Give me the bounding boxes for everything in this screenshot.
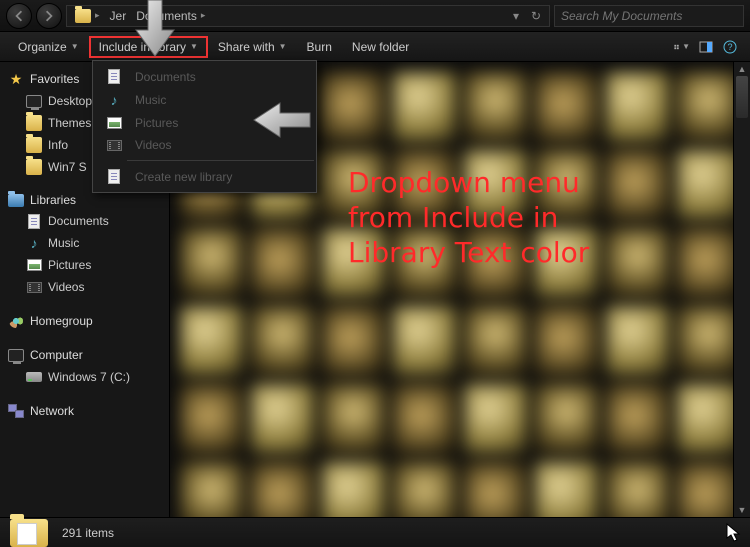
libraries-header[interactable]: Libraries: [0, 190, 169, 210]
music-icon: ♪: [103, 92, 125, 108]
document-icon: [26, 213, 42, 229]
back-button[interactable]: [6, 3, 32, 29]
breadcrumb-segment[interactable]: Jer: [106, 9, 131, 23]
network-icon: [8, 403, 24, 419]
search-box[interactable]: [554, 5, 744, 27]
drive-icon: [26, 369, 42, 385]
music-icon: ♪: [26, 235, 42, 251]
menu-separator: [127, 160, 314, 161]
sidebar-item-music[interactable]: ♪Music: [0, 232, 169, 254]
pictures-icon: [26, 257, 42, 273]
sidebar-item-pictures[interactable]: Pictures: [0, 254, 169, 276]
scroll-up-icon[interactable]: ▲: [734, 62, 750, 76]
mouse-cursor-icon: [726, 523, 742, 543]
document-icon: [103, 69, 125, 84]
organize-button[interactable]: Organize▼: [8, 36, 89, 58]
forward-button[interactable]: [36, 3, 62, 29]
preview-pane-icon[interactable]: [698, 39, 714, 55]
history-dropdown-icon[interactable]: ▾: [507, 7, 525, 25]
refresh-icon[interactable]: ↻: [527, 7, 545, 25]
libraries-icon: [8, 194, 24, 207]
annotation-text: Dropdown menu from Include in Library Te…: [348, 165, 589, 270]
sidebar-item-documents[interactable]: Documents: [0, 210, 169, 232]
computer-header[interactable]: Computer: [0, 344, 169, 366]
status-bar: 291 items: [0, 517, 750, 547]
videos-icon: [26, 279, 42, 295]
menu-item-create-library[interactable]: Create new library: [93, 165, 316, 188]
annotation-arrow-down-icon: [130, 0, 180, 62]
desktop-icon: [26, 93, 42, 109]
computer-icon: [8, 347, 24, 363]
homegroup-header[interactable]: Homegroup: [0, 310, 169, 332]
folder-icon: [26, 115, 42, 131]
sidebar-item-videos[interactable]: Videos: [0, 276, 169, 298]
scroll-down-icon[interactable]: ▼: [734, 503, 750, 517]
menu-item-documents[interactable]: Documents: [93, 65, 316, 88]
new-library-icon: [103, 169, 125, 184]
svg-text:?: ?: [727, 42, 732, 52]
scroll-thumb[interactable]: [736, 76, 748, 118]
pictures-icon: [103, 117, 125, 129]
folder-icon: [26, 159, 42, 175]
address-bar: ▸ Jer Documents▸ ▾ ↻: [0, 0, 750, 32]
annotation-arrow-left-icon: [248, 98, 312, 142]
folder-icon: [10, 519, 48, 547]
star-icon: ★: [8, 71, 24, 87]
network-header[interactable]: Network: [0, 400, 169, 422]
sidebar-item-drive-c[interactable]: Windows 7 (C:): [0, 366, 169, 388]
videos-icon: [103, 140, 125, 151]
help-icon[interactable]: ?: [722, 39, 738, 55]
breadcrumb-root[interactable]: ▸: [71, 9, 104, 23]
burn-button[interactable]: Burn: [297, 36, 342, 58]
search-input[interactable]: [561, 9, 737, 23]
homegroup-icon: [8, 313, 24, 329]
vertical-scrollbar[interactable]: ▲ ▼: [733, 62, 750, 517]
folder-icon: [26, 137, 42, 153]
share-with-button[interactable]: Share with▼: [208, 36, 297, 58]
toolbar: Organize▼ Include in library▼ Share with…: [0, 32, 750, 62]
new-folder-button[interactable]: New folder: [342, 36, 419, 58]
breadcrumb-label: Jer: [110, 9, 127, 23]
item-count: 291 items: [62, 526, 114, 540]
view-options-icon[interactable]: ▼: [674, 39, 690, 55]
folder-icon: [75, 9, 91, 23]
